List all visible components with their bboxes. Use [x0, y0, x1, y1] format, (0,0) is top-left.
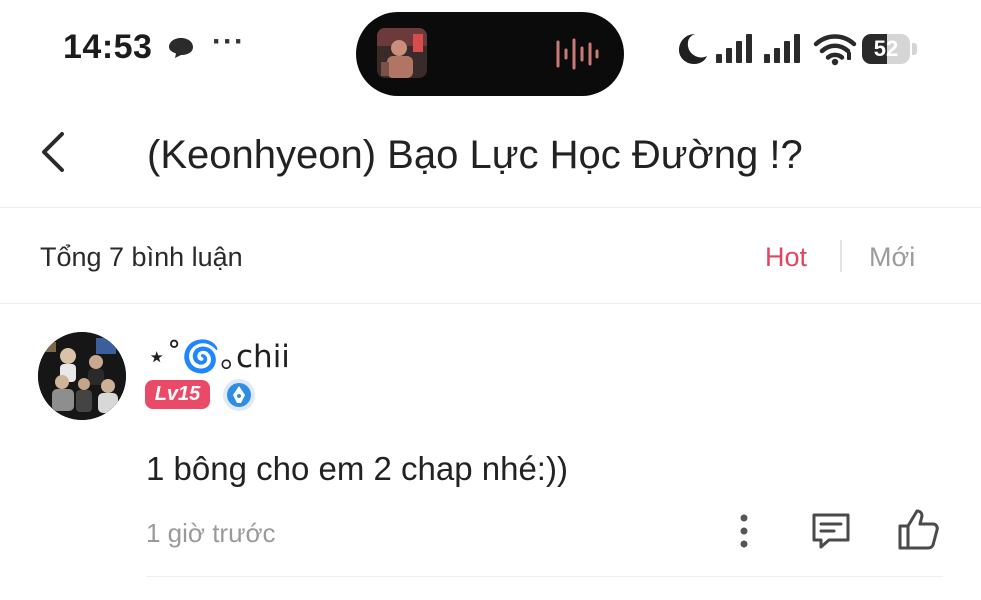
like-icon[interactable]	[895, 507, 941, 553]
avatar[interactable]	[38, 332, 126, 420]
chevron-left-icon[interactable]	[36, 130, 72, 174]
signal-icon	[716, 34, 752, 63]
comment-username[interactable]: ⋆˚🌀｡chii	[147, 331, 290, 376]
audio-wave-icon	[556, 38, 599, 70]
chat-bubble-icon	[169, 38, 193, 58]
more-vertical-icon[interactable]	[732, 511, 756, 551]
comment-divider	[146, 576, 943, 577]
comment-count: Tổng 7 bình luận	[40, 242, 243, 272]
reply-icon[interactable]	[809, 510, 853, 552]
signal-icon	[764, 34, 800, 63]
more-dots-icon: ···	[212, 25, 245, 58]
dynamic-island[interactable]	[356, 12, 624, 96]
tab-hot[interactable]: Hot	[765, 242, 807, 273]
wifi-icon	[813, 34, 857, 66]
battery-icon: 52	[862, 34, 918, 64]
verified-pen-icon	[223, 379, 255, 411]
battery-percent: 52	[873, 36, 899, 61]
media-thumbnail	[377, 28, 427, 78]
status-time: 14:53	[63, 28, 153, 66]
comment-timestamp: 1 giờ trước	[146, 518, 276, 548]
sort-bar-divider	[0, 303, 981, 304]
tab-new[interactable]: Mới	[869, 242, 915, 273]
status-bar: 14:53 ··· 52	[0, 0, 981, 100]
comment-text: 1 bông cho em 2 chap nhé:))	[146, 450, 568, 487]
tab-separator	[840, 240, 842, 272]
level-badge: Lv15	[145, 380, 210, 409]
moon-icon	[679, 34, 707, 64]
page-title: (Keonhyeon) Bạo Lực Học Đường !?	[147, 133, 803, 177]
header-divider	[0, 207, 981, 208]
